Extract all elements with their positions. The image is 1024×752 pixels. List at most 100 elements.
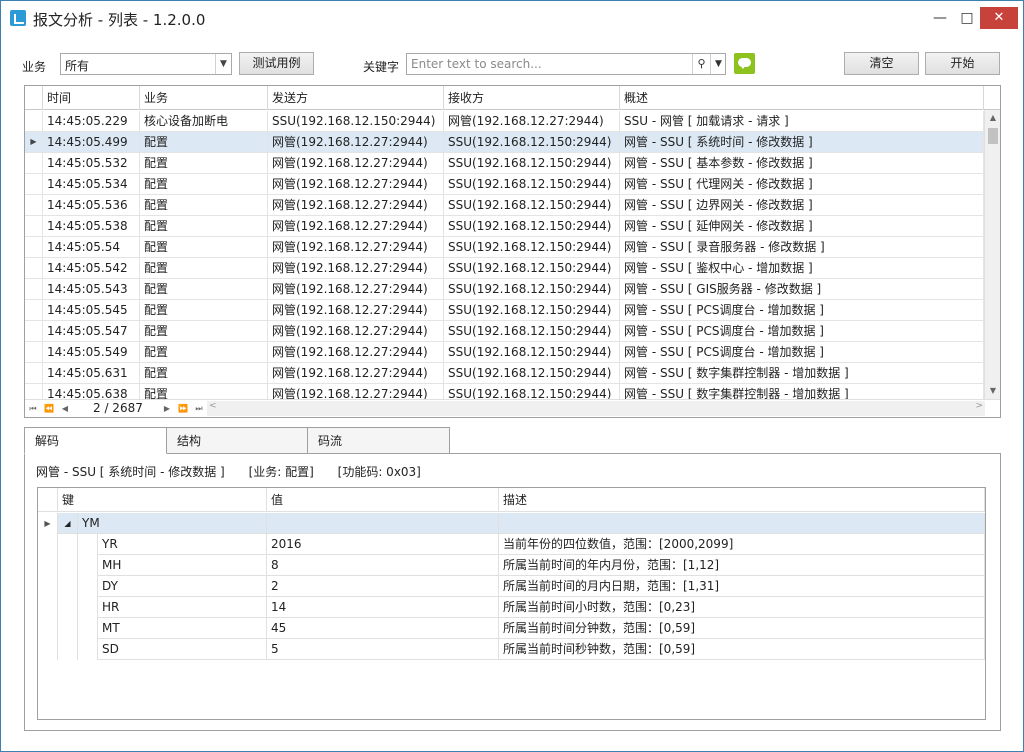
search-icon[interactable]: ⚲ bbox=[692, 54, 710, 74]
table-cell[interactable]: 网管 - SSU [ PCS调度台 - 增加数据 ] bbox=[620, 321, 984, 341]
row-indicator[interactable] bbox=[25, 321, 43, 341]
chevron-down-icon[interactable]: ▼ bbox=[215, 54, 231, 74]
table-cell[interactable]: 网管(192.168.12.27:2944) bbox=[268, 258, 444, 278]
table-cell[interactable]: SSU(192.168.12.150:2944) bbox=[268, 111, 444, 131]
table-cell[interactable]: 网管(192.168.12.27:2944) bbox=[444, 111, 620, 131]
table-cell[interactable]: 14:45:05.532 bbox=[43, 153, 140, 173]
horizontal-scrollbar[interactable]: < > bbox=[207, 401, 985, 416]
tree-cell[interactable]: MH bbox=[98, 555, 267, 576]
tree-cell[interactable]: 2 bbox=[267, 576, 499, 597]
tree-cell[interactable]: 所属当前时间秒钟数，范围：[0,59] bbox=[499, 639, 985, 660]
tree-cell[interactable]: SD bbox=[98, 639, 267, 660]
row-indicator[interactable] bbox=[25, 363, 43, 383]
tree-row[interactable]: SD 5 所属当前时间秒钟数，范围：[0,59] bbox=[38, 639, 985, 660]
table-cell[interactable]: SSU(192.168.12.150:2944) bbox=[444, 195, 620, 215]
table-cell[interactable]: 14:45:05.538 bbox=[43, 216, 140, 236]
chat-icon[interactable] bbox=[734, 53, 755, 74]
table-cell[interactable]: 配置 bbox=[140, 237, 268, 257]
table-cell[interactable]: 网管(192.168.12.27:2944) bbox=[268, 195, 444, 215]
row-indicator[interactable] bbox=[25, 174, 43, 194]
table-cell[interactable]: 14:45:05.545 bbox=[43, 300, 140, 320]
table-row[interactable]: 14:45:05.547 配置 网管(192.168.12.27:2944) SSU(… bbox=[25, 321, 984, 342]
table-row[interactable]: 14:45:05.542 配置 网管(192.168.12.27:2944) SSU(… bbox=[25, 258, 984, 279]
row-indicator[interactable] bbox=[25, 195, 43, 215]
tab-structure[interactable]: 结构 bbox=[166, 427, 308, 454]
table-row[interactable]: 14:45:05.536 配置 网管(192.168.12.27:2944) SSU(… bbox=[25, 195, 984, 216]
table-cell[interactable]: 网管(192.168.12.27:2944) bbox=[268, 216, 444, 236]
search-dropdown-icon[interactable]: ▼ bbox=[710, 54, 726, 74]
table-cell[interactable]: SSU(192.168.12.150:2944) bbox=[444, 237, 620, 257]
table-cell[interactable]: 配置 bbox=[140, 195, 268, 215]
row-indicator[interactable] bbox=[25, 216, 43, 236]
scroll-right-icon[interactable]: > bbox=[975, 401, 983, 411]
table-cell[interactable]: SSU(192.168.12.150:2944) bbox=[444, 174, 620, 194]
table-row[interactable]: 14:45:05.545 配置 网管(192.168.12.27:2944) SSU(… bbox=[25, 300, 984, 321]
column-header[interactable]: 概述 bbox=[620, 86, 984, 110]
scroll-up-icon[interactable]: ▲ bbox=[985, 110, 1000, 126]
table-cell[interactable]: 14:45:05.631 bbox=[43, 363, 140, 383]
table-cell[interactable]: 配置 bbox=[140, 132, 268, 152]
table-cell[interactable]: 网管 - SSU [ PCS调度台 - 增加数据 ] bbox=[620, 300, 984, 320]
table-cell[interactable]: 配置 bbox=[140, 363, 268, 383]
maximize-icon[interactable]: □ bbox=[953, 7, 981, 29]
tree-cell[interactable]: 5 bbox=[267, 639, 499, 660]
tree-cell[interactable]: HR bbox=[98, 597, 267, 618]
tab-decode[interactable]: 解码 bbox=[24, 427, 167, 454]
table-row[interactable]: 14:45:05.54 配置 网管(192.168.12.27:2944) SSU(1… bbox=[25, 237, 984, 258]
tree-row[interactable]: YR 2016 当前年份的四位数值，范围：[2000,2099] bbox=[38, 534, 985, 555]
table-cell[interactable]: 14:45:05.547 bbox=[43, 321, 140, 341]
table-row[interactable]: 14:45:05.538 配置 网管(192.168.12.27:2944) SSU(… bbox=[25, 216, 984, 237]
table-cell[interactable]: 网管(192.168.12.27:2944) bbox=[268, 174, 444, 194]
search-input[interactable]: Enter text to search... ⚲ ▼ bbox=[406, 53, 726, 75]
row-indicator[interactable] bbox=[25, 237, 43, 257]
table-cell[interactable]: 网管(192.168.12.27:2944) bbox=[268, 321, 444, 341]
table-cell[interactable]: 14:45:05.543 bbox=[43, 279, 140, 299]
table-cell[interactable]: 网管 - SSU [ 边界网关 - 修改数据 ] bbox=[620, 195, 984, 215]
tree-cell[interactable]: MT bbox=[98, 618, 267, 639]
table-cell[interactable]: SSU - 网管 [ 加载请求 - 请求 ] bbox=[620, 111, 984, 131]
close-icon[interactable]: ✕ bbox=[980, 7, 1018, 29]
tree-cell[interactable]: 45 bbox=[267, 618, 499, 639]
tree-cell[interactable]: 所属当前时间分钟数，范围：[0,59] bbox=[499, 618, 985, 639]
table-row[interactable]: 14:45:05.549 配置 网管(192.168.12.27:2944) SSU(… bbox=[25, 342, 984, 363]
column-header[interactable]: 业务 bbox=[140, 86, 268, 110]
tab-stream[interactable]: 码流 bbox=[307, 427, 450, 454]
minimize-icon[interactable]: — bbox=[926, 7, 954, 29]
column-header[interactable]: 接收方 bbox=[444, 86, 620, 110]
table-cell[interactable]: SSU(192.168.12.150:2944) bbox=[444, 258, 620, 278]
table-cell[interactable]: SSU(192.168.12.150:2944) bbox=[444, 279, 620, 299]
table-cell[interactable]: 网管 - SSU [ 代理网关 - 修改数据 ] bbox=[620, 174, 984, 194]
row-indicator[interactable] bbox=[25, 279, 43, 299]
table-cell[interactable]: 网管 - SSU [ 鉴权中心 - 增加数据 ] bbox=[620, 258, 984, 278]
table-cell[interactable]: SSU(192.168.12.150:2944) bbox=[444, 363, 620, 383]
next-page-icon[interactable]: ⏩ bbox=[177, 402, 189, 416]
table-cell[interactable]: SSU(192.168.12.150:2944) bbox=[444, 216, 620, 236]
table-row[interactable]: 14:45:05.534 配置 网管(192.168.12.27:2944) SSU(… bbox=[25, 174, 984, 195]
last-page-icon[interactable]: ⏭ bbox=[193, 402, 205, 416]
tree-row[interactable]: HR 14 所属当前时间小时数，范围：[0,23] bbox=[38, 597, 985, 618]
tree-cell[interactable]: YR bbox=[98, 534, 267, 555]
row-indicator[interactable] bbox=[25, 153, 43, 173]
column-header[interactable]: 发送方 bbox=[268, 86, 444, 110]
table-cell[interactable]: 配置 bbox=[140, 342, 268, 362]
table-cell[interactable]: 网管(192.168.12.27:2944) bbox=[268, 363, 444, 383]
first-page-icon[interactable]: ⏮ bbox=[27, 402, 39, 416]
row-indicator[interactable] bbox=[25, 111, 43, 131]
table-cell[interactable]: 网管 - SSU [ PCS调度台 - 增加数据 ] bbox=[620, 342, 984, 362]
table-cell[interactable]: 网管(192.168.12.27:2944) bbox=[268, 153, 444, 173]
table-cell[interactable]: 14:45:05.536 bbox=[43, 195, 140, 215]
tree-cell[interactable]: 所属当前时间的月内日期，范围：[1,31] bbox=[499, 576, 985, 597]
table-cell[interactable]: SSU(192.168.12.150:2944) bbox=[444, 321, 620, 341]
table-cell[interactable]: SSU(192.168.12.150:2944) bbox=[444, 153, 620, 173]
table-cell[interactable]: 网管(192.168.12.27:2944) bbox=[268, 279, 444, 299]
table-cell[interactable]: 14:45:05.534 bbox=[43, 174, 140, 194]
collapse-icon[interactable]: ◢ bbox=[58, 513, 78, 534]
table-cell[interactable]: 网管 - SSU [ 录音服务器 - 修改数据 ] bbox=[620, 237, 984, 257]
test-case-button[interactable]: 测试用例 bbox=[239, 52, 314, 75]
table-cell[interactable]: 网管(192.168.12.27:2944) bbox=[268, 300, 444, 320]
table-cell[interactable]: 14:45:05.229 bbox=[43, 111, 140, 131]
vertical-scrollbar[interactable]: ▲ ▼ bbox=[984, 110, 1000, 399]
table-row[interactable]: 14:45:05.543 配置 网管(192.168.12.27:2944) SSU(… bbox=[25, 279, 984, 300]
row-indicator[interactable] bbox=[25, 300, 43, 320]
tree-column-header[interactable]: 值 bbox=[267, 488, 499, 512]
